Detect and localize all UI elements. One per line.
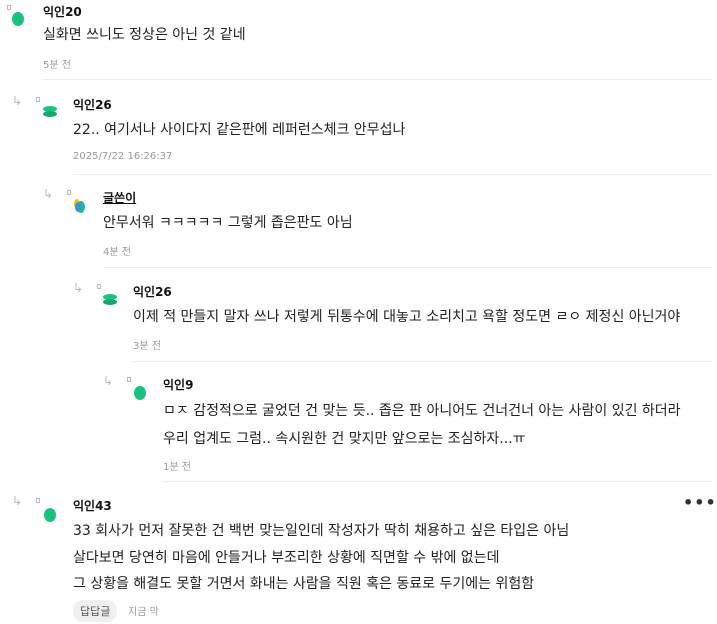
comment-text: 이제 적 만들지 말자 쓰나 저렇게 뒤통수에 대놓고 소리치고 욕할 정도면 … <box>133 309 681 325</box>
comment-text: 33 회사가 먼저 잘못한 건 백번 맞는일인데 작성자가 딱히 채용하고 싶은… <box>73 523 570 539</box>
comment-time: 5분 전 <box>43 60 71 71</box>
reply-arrow-icon: ↳ <box>12 494 23 508</box>
divider <box>103 267 712 268</box>
avatar-icon <box>103 294 117 305</box>
nest-marker-icon <box>127 377 131 382</box>
nest-marker-icon <box>97 284 101 289</box>
comment-author[interactable]: 익인20 <box>43 3 82 20</box>
reply-arrow-icon: ↳ <box>43 187 54 201</box>
comment-author[interactable]: 익인26 <box>133 283 172 300</box>
divider <box>73 174 712 175</box>
comment-time: 1분 전 <box>163 462 191 473</box>
avatar-icon <box>12 12 24 26</box>
comment-author[interactable]: 익인9 <box>163 376 193 393</box>
comment-text: 실화면 쓰니도 정상은 아닌 것 같네 <box>43 27 246 43</box>
divider <box>43 79 712 80</box>
reply-arrow-icon: ↳ <box>103 374 114 388</box>
comment-time: 4분 전 <box>103 247 131 258</box>
comment-text: 살다보면 당연히 마음에 안들거나 부조리한 상황에 직면할 수 밖에 없는데 <box>73 550 500 566</box>
comment-author[interactable]: 익인26 <box>73 96 112 113</box>
nest-marker-icon <box>36 97 40 102</box>
nest-marker-icon <box>36 498 40 503</box>
comment-author[interactable]: 익인43 <box>73 497 112 514</box>
avatar-icon <box>74 199 85 213</box>
avatar-icon <box>134 386 146 400</box>
avatar-icon <box>44 508 56 522</box>
comment-text: 안무서워 ㅋㅋㅋㅋㅋ 그렇게 좁은판도 아님 <box>103 215 353 231</box>
comment-author[interactable]: 글쓴이 <box>103 189 136 206</box>
divider <box>133 361 712 362</box>
nest-marker-icon <box>67 190 71 195</box>
comment-text: 22.. 여기서나 사이다지 같은판에 레퍼런스체크 안무섭나 <box>73 122 406 138</box>
comment-text: 그 상황을 해결도 못할 거면서 화내는 사람을 직원 혹은 동료로 두기에는 … <box>73 576 535 592</box>
reply-arrow-icon: ↳ <box>73 281 84 295</box>
comment-text: 우리 업계도 그럼.. 속시원한 건 맞지만 앞으로는 조심하자...ㅠ <box>163 431 526 447</box>
nest-marker-icon <box>7 5 11 10</box>
avatar-icon <box>43 106 57 117</box>
reply-button[interactable]: 답답글 <box>73 600 118 622</box>
comment-time: 3분 전 <box>133 341 161 352</box>
more-options-icon[interactable]: ••• <box>683 493 717 512</box>
comment-text: ㅁㅈ 감정적으로 굴었던 건 맞는 듯.. 좁은 판 아니어도 건너건너 아는 … <box>163 403 681 419</box>
comment-time: 지금 막 <box>128 607 159 618</box>
reply-arrow-icon: ↳ <box>12 94 23 108</box>
comment-time: 2025/7/22 16:26:37 <box>73 151 173 162</box>
divider <box>163 481 712 482</box>
